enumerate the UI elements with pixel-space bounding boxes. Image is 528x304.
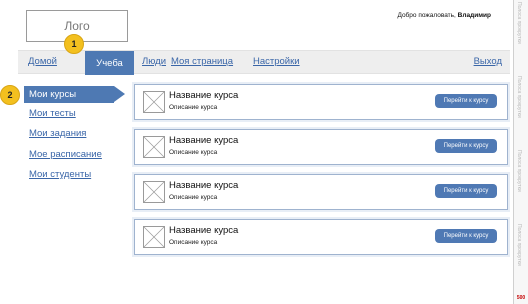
nav-logout[interactable]: Выход [474,56,502,67]
course-image-placeholder-icon [143,226,165,248]
course-card: Название курса Описание курса Перейти к … [134,84,508,120]
course-image-placeholder-icon [143,181,165,203]
nav-study[interactable]: Учеба [85,51,134,75]
rail-label: Полоса прокрутки [516,150,522,192]
rail-label: Полоса прокрутки [516,76,522,118]
nav-home[interactable]: Домой [28,56,57,67]
course-description: Описание курса [169,194,218,201]
sidebar-item-my-courses[interactable]: Мои курсы [24,86,114,103]
nav-settings[interactable]: Настройки [253,56,300,67]
nav-people[interactable]: Люди [142,56,166,67]
course-description: Описание курса [169,239,218,246]
marker-2: 2 [0,85,20,105]
go-to-course-button[interactable]: Перейти к курсу [435,139,497,153]
course-image-placeholder-icon [143,136,165,158]
course-title: Название курса [169,90,239,101]
main-nav: Домой Учеба Люди Моя страница Настройки … [18,50,510,75]
go-to-course-button[interactable]: Перейти к курсу [435,184,497,198]
sidebar-item-my-schedule[interactable]: Мое расписание [29,149,102,160]
go-to-course-button[interactable]: Перейти к курсу [435,229,497,243]
marker-1: 1 [64,34,84,54]
sidebar-active-arrow [114,86,125,102]
course-image-placeholder-icon [143,91,165,113]
course-title: Название курса [169,180,239,191]
scroll-rail[interactable]: Полоса прокрутки Полоса прокрутки Полоса… [514,0,528,304]
app-frame: Лого Добро пожаловать, Владимир Домой Уч… [0,0,514,304]
course-card: Название курса Описание курса Перейти к … [134,129,508,165]
sidebar-item-my-tasks[interactable]: Мои задания [29,128,86,139]
rail-label: Полоса прокрутки [516,224,522,266]
course-card: Название курса Описание курса Перейти к … [134,219,508,255]
user-name: Владимир [457,12,491,19]
sidebar-item-my-tests[interactable]: Мои тесты [29,108,76,119]
welcome-prefix: Добро пожаловать, [397,12,458,19]
course-title: Название курса [169,225,239,236]
logo-label: Лого [64,19,90,33]
course-title: Название курса [169,135,239,146]
rail-label: Полоса прокрутки [516,2,522,44]
welcome-text: Добро пожаловать, Владимир [397,12,491,19]
course-card: Название курса Описание курса Перейти к … [134,174,508,210]
course-description: Описание курса [169,149,218,156]
nav-my-page[interactable]: Моя страница [171,56,233,67]
rail-badge: 500 [516,295,526,301]
course-description: Описание курса [169,104,218,111]
sidebar-item-my-students[interactable]: Мои студенты [29,169,91,180]
go-to-course-button[interactable]: Перейти к курсу [435,94,497,108]
